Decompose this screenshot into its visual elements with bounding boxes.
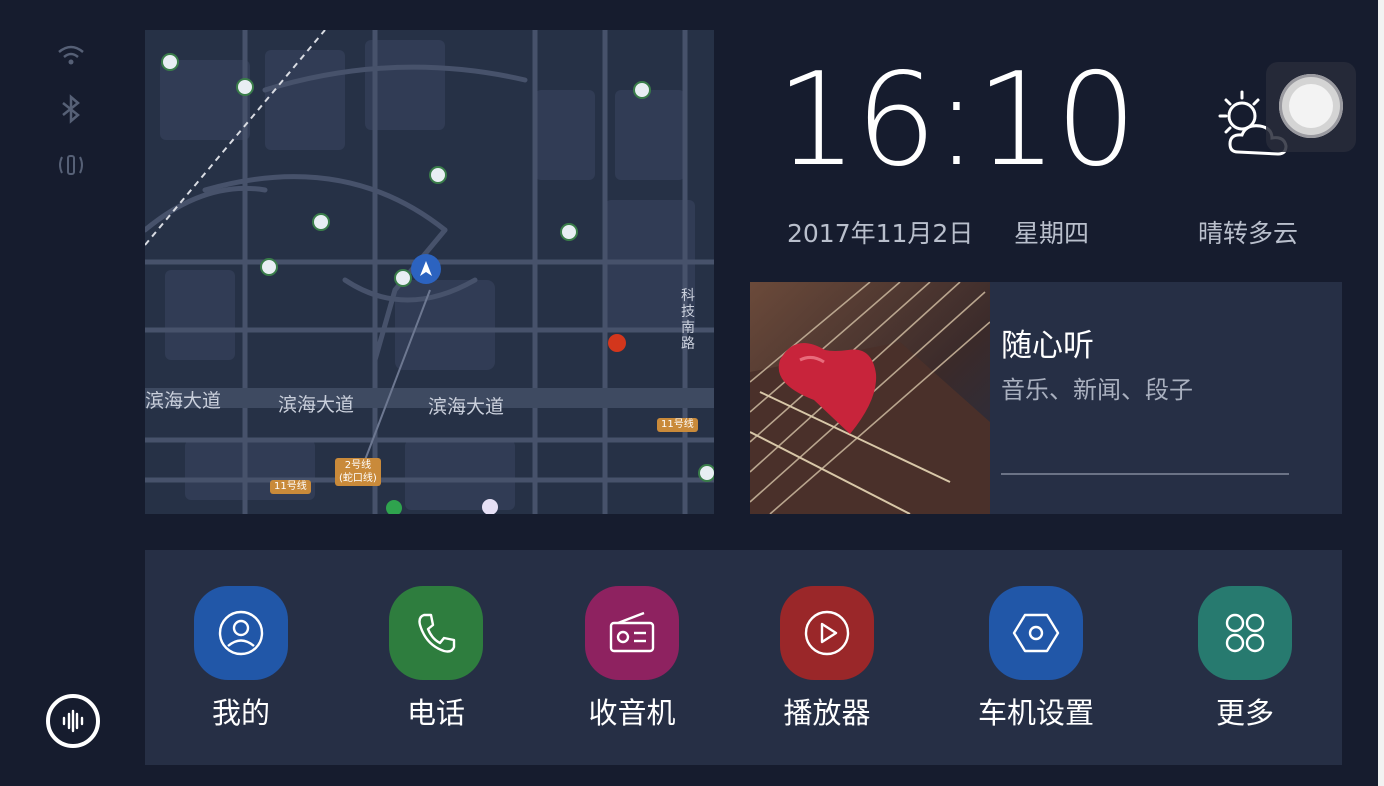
settings-hex-icon (1012, 613, 1060, 653)
radio-icon (609, 611, 655, 653)
guitar-heart-image (750, 282, 990, 514)
app-settings[interactable]: 车机设置 (966, 586, 1106, 732)
clock-date: 2017年11月2日 (787, 219, 974, 248)
road-label: 滨海大道 (145, 390, 222, 412)
phone-icon (418, 613, 456, 653)
app-tile[interactable] (780, 586, 874, 680)
map-widget[interactable]: 滨海大道 滨海大道 滨海大道 科技南路 11号线 2号线 (蛇口线) 11号线 (145, 30, 714, 514)
app-label: 收音机 (588, 696, 676, 730)
screen-edge (1378, 0, 1384, 786)
music-progress-line (1001, 473, 1289, 475)
weather-text: 晴转多云 (1198, 219, 1299, 248)
app-phone[interactable]: 电话 (366, 586, 506, 732)
app-radio[interactable]: 收音机 (562, 586, 702, 732)
app-tile[interactable] (1198, 586, 1292, 680)
navigation-arrow-icon (411, 254, 441, 284)
status-bar (0, 0, 140, 786)
road-label-vertical: 科技南路 (681, 288, 695, 352)
app-tile[interactable] (194, 586, 288, 680)
app-label: 车机设置 (977, 696, 1094, 730)
app-more[interactable]: 更多 (1175, 586, 1315, 732)
app-tile[interactable] (389, 586, 483, 680)
metro-badge: 11号线 (657, 418, 698, 432)
music-title: 随心听 (1001, 328, 1094, 364)
music-card[interactable]: 随心听 音乐、新闻、段子 (750, 282, 1342, 514)
app-label: 我的 (211, 696, 270, 730)
voice-assistant-button[interactable] (46, 694, 100, 748)
app-my[interactable]: 我的 (171, 586, 311, 732)
play-icon (804, 610, 850, 656)
metro-badge: 11号线 (270, 480, 311, 494)
app-label: 播放器 (783, 696, 871, 730)
road-label: 滨海大道 (428, 396, 505, 418)
app-player[interactable]: 播放器 (757, 586, 897, 732)
user-icon (218, 610, 264, 656)
app-label: 更多 (1215, 696, 1274, 730)
clock-weekday: 星期四 (1014, 219, 1090, 248)
road-label: 滨海大道 (278, 394, 355, 416)
app-tile[interactable] (989, 586, 1083, 680)
app-label: 电话 (406, 696, 465, 730)
bluetooth-icon (54, 92, 88, 126)
music-subtitle: 音乐、新闻、段子 (1001, 376, 1193, 404)
floating-assist-button[interactable] (1266, 62, 1356, 152)
signal-icon (54, 148, 88, 182)
app-dock: 我的 电话 收音机 播放器 车机设置 更多 (145, 550, 1342, 765)
more-grid-icon (1225, 613, 1265, 653)
voice-assistant-icon (62, 709, 84, 733)
app-tile[interactable] (585, 586, 679, 680)
clock-time: 16:10 (776, 46, 1137, 195)
metro-badge: 2号线 (蛇口线) (335, 458, 381, 486)
wifi-icon (54, 38, 88, 72)
